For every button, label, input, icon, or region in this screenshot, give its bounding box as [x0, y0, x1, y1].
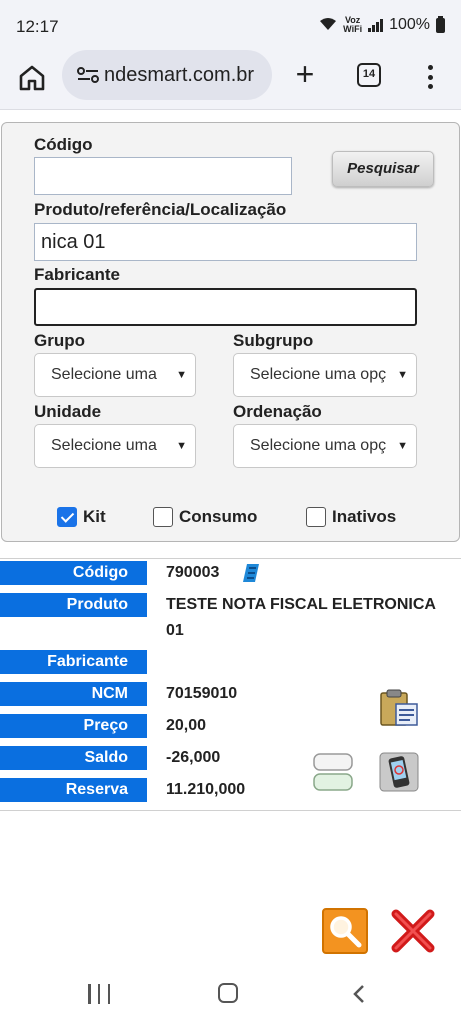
browser-toolbar: ndesmart.com.br + 14: [0, 50, 461, 110]
edit-icon[interactable]: [242, 563, 260, 588]
result-preco-label: Preço: [0, 714, 147, 738]
result-produto-label: Produto: [0, 593, 147, 617]
battery-percent: 100%: [389, 16, 430, 33]
result-ncm-value: 70159010: [166, 685, 238, 702]
fabricante-input[interactable]: [34, 288, 417, 326]
dropdown-arrow-icon: ▼: [397, 440, 408, 452]
status-icons: Voz WiFi 100%: [319, 15, 445, 34]
produto-line1: TESTE NOTA FISCAL ELETRONICA: [166, 596, 436, 613]
clipboard-icon[interactable]: [378, 688, 420, 733]
pesquisar-button[interactable]: Pesquisar: [332, 151, 434, 187]
home-icon[interactable]: [16, 62, 48, 94]
result-codigo-label: Código: [0, 561, 147, 585]
grupo-label: Grupo: [34, 331, 85, 350]
result-codigo-value: 790003: [166, 564, 220, 581]
grupo-select[interactable]: Selecione uma ▼: [34, 353, 196, 397]
result-ncm-label: NCM: [0, 682, 147, 706]
result-produto-value: TESTE NOTA FISCAL ELETRONICA 01: [166, 592, 436, 644]
result-saldo-value: -26,000: [166, 749, 221, 766]
dropdown-arrow-icon: ▼: [397, 369, 408, 381]
ordenacao-select-value: Selecione uma opç: [250, 437, 387, 454]
result-fabricante-label: Fabricante: [0, 650, 147, 674]
site-settings-icon[interactable]: [76, 65, 100, 85]
signal-icon: [368, 18, 384, 32]
unidade-select[interactable]: Selecione uma ▼: [34, 424, 196, 468]
codigo-label: Código: [34, 135, 93, 154]
inativos-checkbox-box[interactable]: [306, 507, 326, 527]
subgrupo-select-value: Selecione uma opç: [250, 366, 387, 383]
subgrupo-select[interactable]: Selecione uma opç ▼: [233, 353, 417, 397]
status-bar: 12:17 Voz WiFi 100%: [0, 0, 461, 50]
ordenacao-label: Ordenação: [233, 402, 322, 421]
produto-line2: 01: [166, 622, 184, 639]
kit-checkbox-box[interactable]: [57, 507, 77, 527]
consumo-checkbox[interactable]: Consumo: [153, 507, 257, 527]
phone-icon[interactable]: [379, 752, 419, 797]
search-button[interactable]: [322, 908, 368, 954]
recents-icon[interactable]: [88, 984, 110, 1004]
inativos-checkbox-label: Inativos: [332, 507, 397, 526]
vowifi-line2: WiFi: [343, 24, 363, 34]
produto-label: Produto/referência/Localização: [34, 200, 287, 219]
system-nav-bar: [0, 964, 461, 1024]
result-preco-value: 20,00: [166, 717, 207, 734]
close-icon: [391, 909, 435, 953]
search-icon: [330, 916, 362, 948]
consumo-checkbox-box[interactable]: [153, 507, 173, 527]
unidade-label: Unidade: [34, 402, 102, 421]
dropdown-arrow-icon: ▼: [176, 440, 187, 452]
result-divider: [0, 558, 461, 559]
result-reserva-value: 11.210,000: [166, 781, 246, 798]
fabricante-label: Fabricante: [34, 265, 120, 284]
more-menu-icon[interactable]: [418, 62, 442, 92]
codigo-input[interactable]: [34, 157, 292, 195]
ordenacao-select[interactable]: Selecione uma opç ▼: [233, 424, 417, 468]
result-saldo-label: Saldo: [0, 746, 147, 770]
dropdown-arrow-icon: ▼: [176, 369, 187, 381]
url-text: ndesmart.com.br: [104, 63, 255, 86]
unidade-select-value: Selecione uma: [51, 437, 157, 454]
stack-icon[interactable]: [312, 752, 354, 797]
new-tab-icon[interactable]: +: [290, 58, 320, 90]
back-icon[interactable]: [350, 984, 370, 1004]
address-bar[interactable]: ndesmart.com.br: [62, 50, 272, 100]
inativos-checkbox[interactable]: Inativos: [306, 507, 396, 527]
produto-input[interactable]: [34, 223, 417, 261]
battery-icon: [436, 15, 445, 33]
result-reserva-label: Reserva: [0, 778, 147, 802]
grupo-select-value: Selecione uma: [51, 366, 157, 383]
filter-panel: Código Pesquisar Produto/referência/Loca…: [1, 122, 460, 542]
status-time: 12:17: [16, 17, 59, 36]
close-button[interactable]: [390, 908, 436, 954]
kit-checkbox-label: Kit: [83, 507, 106, 526]
wifi-icon: [319, 17, 337, 34]
subgrupo-label: Subgrupo: [233, 331, 314, 350]
home-nav-icon[interactable]: [218, 983, 238, 1003]
consumo-checkbox-label: Consumo: [179, 507, 258, 526]
kit-checkbox[interactable]: Kit: [57, 507, 106, 527]
tab-switcher-button[interactable]: 14: [357, 63, 381, 87]
result-divider: [0, 810, 461, 811]
vowifi-badge: Voz WiFi: [343, 16, 362, 34]
